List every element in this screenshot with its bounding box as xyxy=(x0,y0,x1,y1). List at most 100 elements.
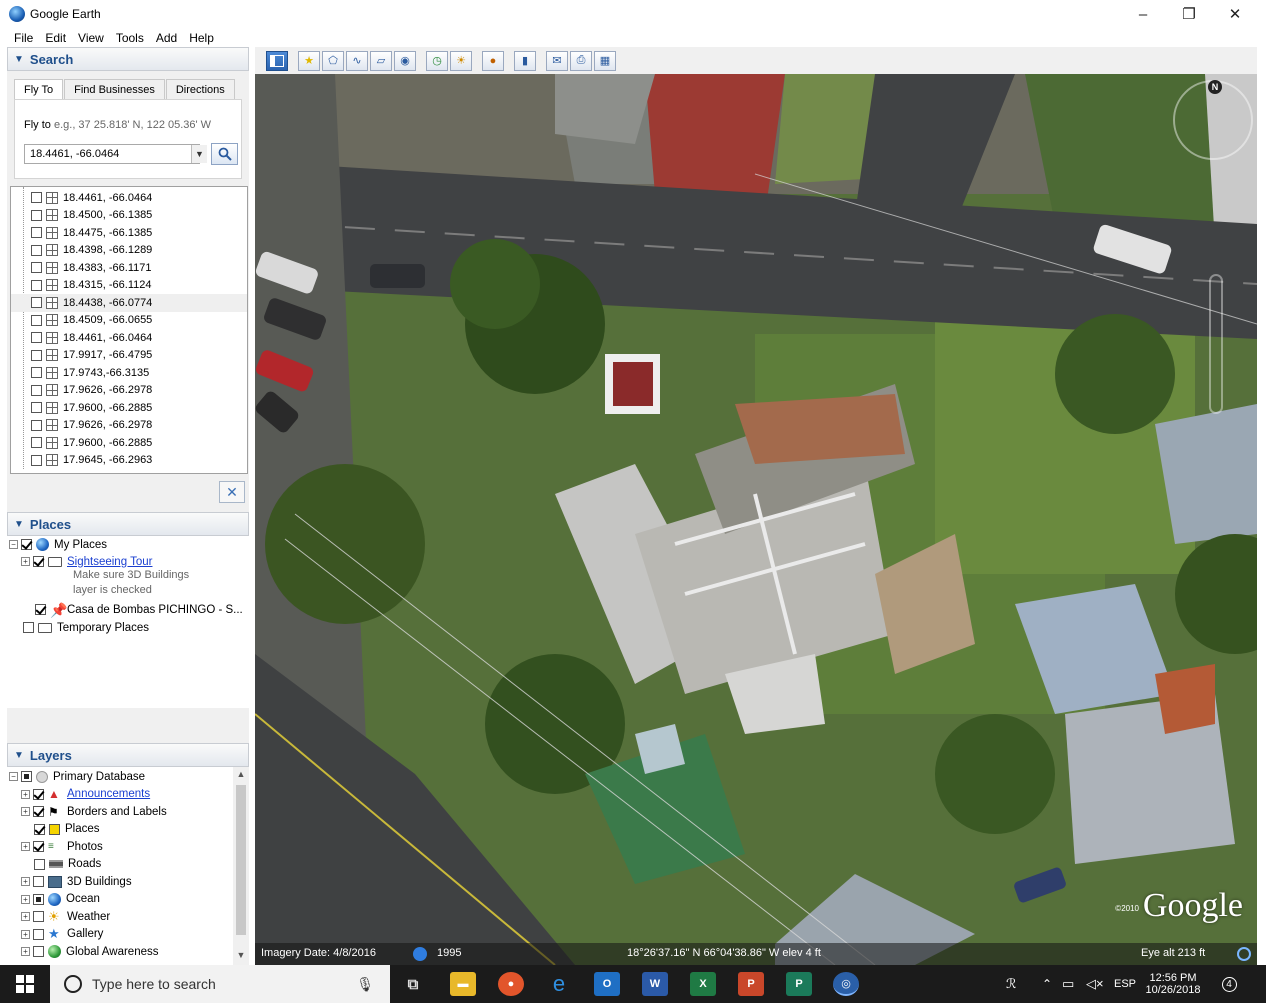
sunlight-button[interactable]: ☀ xyxy=(450,50,472,71)
result-item[interactable]: 18.4383, -66.1171 xyxy=(11,259,247,277)
result-item[interactable]: 17.9600, -66.2885 xyxy=(11,434,247,452)
fly-to-dropdown-button[interactable]: ▼ xyxy=(191,145,207,163)
historical-year[interactable]: 1995 xyxy=(437,947,461,959)
record-tour-button[interactable]: ◉ xyxy=(394,50,416,71)
outlook-icon[interactable]: O xyxy=(594,972,620,996)
result-checkbox[interactable] xyxy=(31,454,42,466)
restore-button[interactable]: ❐ xyxy=(1166,0,1212,28)
menu-help[interactable]: Help xyxy=(183,31,220,45)
result-item[interactable]: 17.9917, -66.4795 xyxy=(11,347,247,365)
google-earth-taskbar-icon[interactable]: ◎ xyxy=(833,972,859,996)
result-checkbox[interactable] xyxy=(31,332,42,344)
scroll-up-icon[interactable]: ▲ xyxy=(233,769,249,783)
layer-checkbox[interactable] xyxy=(33,911,44,922)
microphone-icon[interactable]: 🎙 xyxy=(356,976,374,993)
result-item[interactable]: 18.4315, -66.1124 xyxy=(11,277,247,295)
layer-checkbox[interactable] xyxy=(34,823,45,835)
fly-to-input[interactable]: 18.4461, -66.0464 xyxy=(24,144,200,164)
layer-checkbox[interactable] xyxy=(34,858,45,870)
result-checkbox[interactable] xyxy=(31,314,42,326)
layer-places[interactable]: Places xyxy=(34,821,100,838)
historical-imagery-button[interactable]: ◷ xyxy=(426,50,448,71)
result-item[interactable]: 18.4398, -66.1289 xyxy=(11,242,247,260)
result-checkbox[interactable] xyxy=(31,192,42,204)
show-hidden-icons-chevron-icon[interactable]: ⌃ xyxy=(1042,965,1052,1003)
scroll-down-icon[interactable]: ▼ xyxy=(233,950,249,964)
menu-view[interactable]: View xyxy=(72,31,110,45)
print-button[interactable]: ⎙ xyxy=(570,50,592,71)
tab-directions[interactable]: Directions xyxy=(165,79,235,99)
expand-toggle-icon[interactable]: + xyxy=(21,842,30,851)
close-button[interactable]: ✕ xyxy=(1212,0,1258,28)
collapse-toggle-icon[interactable]: − xyxy=(9,540,18,549)
scrollbar-thumb[interactable] xyxy=(236,785,246,935)
expand-toggle-icon[interactable]: + xyxy=(21,929,30,939)
collapse-triangle-icon[interactable]: ▼ xyxy=(14,750,24,761)
start-button[interactable] xyxy=(0,965,50,1003)
toggle-sidebar-button[interactable] xyxy=(266,50,288,71)
places-panel-header[interactable]: ▼ Places xyxy=(7,512,249,536)
my-places-row[interactable]: − My Places xyxy=(9,536,107,553)
result-checkbox[interactable] xyxy=(31,297,42,309)
result-item[interactable]: 17.9626, -66.2978 xyxy=(11,417,247,435)
search-button[interactable] xyxy=(211,143,238,165)
menu-add[interactable]: Add xyxy=(150,31,183,45)
view-in-maps-button[interactable]: ▦ xyxy=(594,50,616,71)
result-checkbox[interactable] xyxy=(31,209,42,221)
menu-file[interactable]: File xyxy=(8,31,39,45)
temporary-places-row[interactable]: Temporary Places xyxy=(23,619,149,636)
layer-checkbox[interactable] xyxy=(33,928,44,940)
expand-toggle-icon[interactable]: + xyxy=(21,789,30,799)
result-checkbox[interactable] xyxy=(31,349,42,361)
layer-photos[interactable]: + ≡ Photos xyxy=(21,838,103,855)
expand-toggle-icon[interactable]: + xyxy=(21,807,30,816)
publisher-icon[interactable]: P xyxy=(786,972,812,996)
result-checkbox[interactable] xyxy=(31,227,42,239)
north-indicator-icon[interactable]: N xyxy=(1208,80,1222,94)
layer-ocean[interactable]: + Ocean xyxy=(21,891,100,908)
result-checkbox[interactable] xyxy=(31,262,42,274)
layer-weather[interactable]: + ☀ Weather xyxy=(21,908,110,925)
placemark-checkbox[interactable] xyxy=(35,604,46,615)
result-checkbox[interactable] xyxy=(31,279,42,291)
result-checkbox[interactable] xyxy=(31,367,42,379)
add-path-button[interactable]: ∿ xyxy=(346,50,368,71)
result-item[interactable]: 17.9626, -66.2978 xyxy=(11,382,247,400)
layer-roads[interactable]: Roads xyxy=(34,856,101,873)
primary-database-row[interactable]: − Primary Database xyxy=(9,768,145,785)
edge-browser-icon[interactable]: e xyxy=(546,971,572,996)
result-checkbox[interactable] xyxy=(31,402,42,414)
zoom-slider[interactable] xyxy=(1209,274,1223,414)
email-button[interactable]: ✉ xyxy=(546,50,568,71)
expand-toggle-icon[interactable]: + xyxy=(21,877,30,886)
result-checkbox[interactable] xyxy=(31,244,42,256)
result-item[interactable]: 17.9600, -66.2885 xyxy=(11,399,247,417)
word-icon[interactable]: W xyxy=(642,972,668,996)
layer-checkbox[interactable] xyxy=(33,788,44,800)
expand-toggle-icon[interactable]: + xyxy=(21,894,30,904)
layer-borders-labels[interactable]: + ⚑ Borders and Labels xyxy=(21,803,167,820)
collapse-triangle-icon[interactable]: ▼ xyxy=(14,54,24,65)
result-checkbox[interactable] xyxy=(31,384,42,396)
powerpoint-icon[interactable]: P xyxy=(738,972,764,996)
expand-toggle-icon[interactable]: + xyxy=(21,947,30,956)
expand-toggle-icon[interactable]: + xyxy=(21,912,30,921)
sightseeing-tour-row[interactable]: + Sightseeing Tour xyxy=(21,553,152,570)
result-item-selected[interactable]: 18.4438, -66.0774 xyxy=(11,294,247,312)
volume-muted-icon[interactable]: ◁× xyxy=(1086,965,1104,1003)
action-center-icon[interactable]: 4 xyxy=(1218,965,1240,1003)
sightseeing-checkbox[interactable] xyxy=(33,556,44,567)
result-checkbox[interactable] xyxy=(31,437,42,449)
layers-scrollbar[interactable]: ▲ ▼ xyxy=(233,767,249,965)
people-icon[interactable]: ℛ xyxy=(1006,965,1016,1003)
layer-announcements-link[interactable]: Announcements xyxy=(67,788,150,800)
layer-checkbox[interactable] xyxy=(33,946,44,957)
layer-checkbox[interactable] xyxy=(33,876,44,887)
sightseeing-tour-link[interactable]: Sightseeing Tour xyxy=(67,556,152,568)
layer-gallery[interactable]: + ★ Gallery xyxy=(21,926,103,943)
ruler-button[interactable]: ▮ xyxy=(514,50,536,71)
layer-checkbox[interactable] xyxy=(33,893,44,905)
result-item[interactable]: 17.9645, -66.2963 xyxy=(11,452,247,470)
search-panel-header[interactable]: ▼ Search xyxy=(7,47,249,71)
result-item[interactable]: 18.4509, -66.0655 xyxy=(11,312,247,330)
